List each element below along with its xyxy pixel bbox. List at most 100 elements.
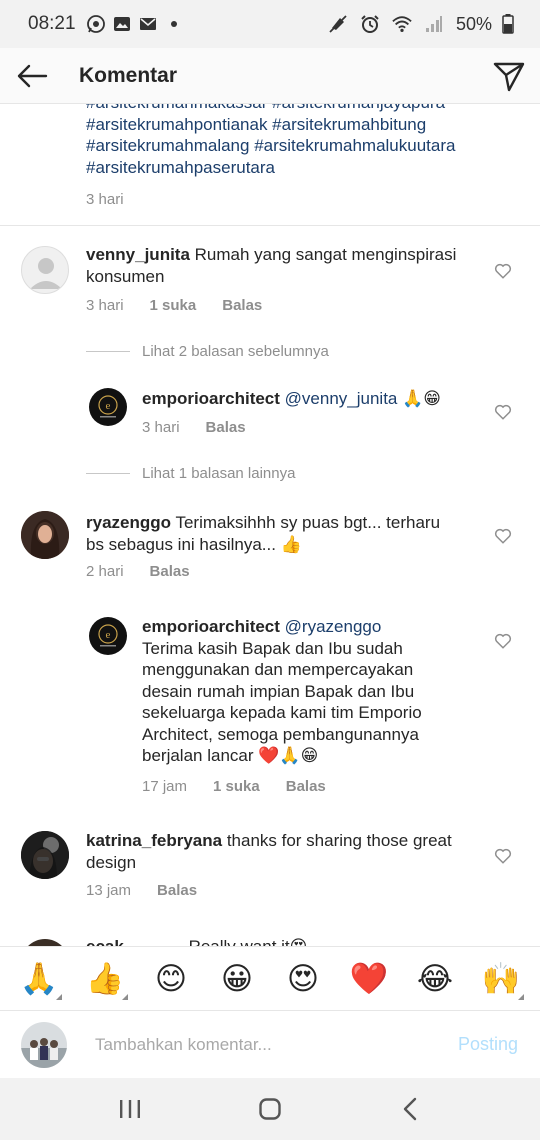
emoji-heart-eyes[interactable]: 😍 xyxy=(278,954,328,1004)
comment-text: ecak Really want it😍 xyxy=(86,936,486,946)
heart-icon[interactable] xyxy=(494,262,512,280)
reply-time: 17 jam xyxy=(142,778,188,795)
emoji-grinning-face[interactable]: 😀 xyxy=(212,954,262,1004)
mute-icon xyxy=(328,14,348,34)
heart-icon[interactable] xyxy=(494,527,512,545)
post-caption: #arsitekrumahmakassar #arsitekrumahjayap… xyxy=(0,104,540,226)
image-icon xyxy=(112,14,132,34)
gmail-icon xyxy=(138,14,158,34)
comment-username[interactable]: ecak xyxy=(86,937,124,946)
reply-body-line: berjalan lancar ❤️🙏😁 xyxy=(142,746,319,765)
reply-body-line: sekeluarga kepada kami tim Emporio xyxy=(142,703,422,722)
back-button[interactable] xyxy=(0,48,64,104)
comment-item: ecak Really want it😍 xyxy=(0,932,540,946)
variant-indicator xyxy=(518,993,524,1000)
emoji-smiling-face[interactable]: 😊 xyxy=(146,954,196,1004)
comment-body: design xyxy=(86,852,137,872)
hashtag-line[interactable]: #arsitekrumahmalang #arsitekrumahmalukuu… xyxy=(86,135,526,157)
reply-meta: 17 jam 1 suka Balas xyxy=(142,778,352,795)
emoji-raising-hands[interactable]: 🙌 xyxy=(476,954,526,1004)
likes-count[interactable]: 1 suka xyxy=(150,297,197,314)
hashtag-line[interactable]: #arsitekrumahpontianak #arsitekrumahbitu… xyxy=(86,114,526,136)
reply-button[interactable]: Balas xyxy=(286,778,326,795)
emoji-red-heart[interactable]: ❤️ xyxy=(344,954,394,1004)
comment-username[interactable]: ryazenggo xyxy=(86,513,171,532)
hashtag-line[interactable]: #arsitekrumahpaserutara xyxy=(86,157,526,179)
svg-text:e: e xyxy=(106,400,111,412)
home-button[interactable] xyxy=(240,1079,300,1139)
wifi-icon xyxy=(392,14,412,34)
arrow-left-icon xyxy=(17,64,48,87)
post-button[interactable]: Posting xyxy=(458,1034,518,1055)
reply-username[interactable]: emporioarchitect xyxy=(142,389,280,408)
comment-text: ryazenggo Terimaksihhh sy puas bgt... te… xyxy=(86,512,486,555)
emoji-glyph: 😍 xyxy=(286,960,320,996)
status-time: 08:21 xyxy=(28,13,76,34)
reply-body: 🙏😁 xyxy=(402,389,442,408)
back-icon xyxy=(403,1097,417,1121)
avatar xyxy=(21,1021,67,1068)
avatar[interactable] xyxy=(21,831,69,879)
variant-indicator xyxy=(122,993,128,1000)
top-app-bar: Komentar xyxy=(0,48,540,104)
reply-button[interactable]: Balas xyxy=(150,563,190,580)
emoji-glyph: 👍 xyxy=(85,961,125,996)
reply-meta: 3 hari Balas xyxy=(142,419,272,436)
mention-link[interactable]: @venny_junita xyxy=(285,389,398,408)
comments-list[interactable]: #arsitekrumahmakassar #arsitekrumahjayap… xyxy=(0,104,540,946)
comment-text: venny_junita Rumah yang sangat menginspi… xyxy=(86,244,486,287)
emoji-glyph: 🙏 xyxy=(19,961,59,996)
status-bar: 08:21 50% xyxy=(0,0,540,48)
reply-button[interactable]: Balas xyxy=(222,297,262,314)
avatar[interactable] xyxy=(21,246,69,294)
emoji-thumbs-up[interactable]: 👍 xyxy=(80,954,130,1004)
reply-button[interactable]: Balas xyxy=(157,882,197,899)
reply-button[interactable]: Balas xyxy=(206,419,246,436)
variant-indicator xyxy=(56,993,62,1000)
comment-body: Really want it😍 xyxy=(189,937,308,946)
caption-hashtags: #arsitekrumahmakassar #arsitekrumahjayap… xyxy=(86,104,526,178)
caption-time: 3 hari xyxy=(86,191,124,208)
likes-count[interactable]: 1 suka xyxy=(213,778,260,795)
emoji-glyph: 😀 xyxy=(220,960,254,996)
comment-body: bs sebagus ini hasilnya... 👍 xyxy=(86,534,302,554)
comment-time: 13 jam xyxy=(86,882,132,899)
view-replies-label: Lihat 2 balasan sebelumnya xyxy=(142,343,329,360)
comment-username[interactable]: katrina_febryana xyxy=(86,831,222,850)
avatar[interactable] xyxy=(21,511,69,559)
whatsapp-icon xyxy=(86,14,106,34)
reply-body-line: Terima kasih Bapak dan Ibu sudah xyxy=(142,638,403,658)
recent-apps-icon xyxy=(120,1100,140,1118)
divider xyxy=(86,473,130,474)
comment-item: katrina_febryana thanks for sharing thos… xyxy=(0,814,540,914)
comment-time: 2 hari xyxy=(86,563,124,580)
mention-link[interactable]: @ryazenggo xyxy=(285,617,382,636)
heart-icon[interactable] xyxy=(494,403,512,421)
view-more-replies[interactable]: Lihat 1 balasan lainnya xyxy=(86,465,295,482)
view-previous-replies[interactable]: Lihat 2 balasan sebelumnya xyxy=(86,343,329,360)
page-title: Komentar xyxy=(79,63,178,87)
comment-meta: 3 hari 1 suka Balas xyxy=(86,297,288,314)
comment-username[interactable]: venny_junita xyxy=(86,245,190,264)
emoji-tears-of-joy[interactable]: 😂 xyxy=(410,954,460,1004)
avatar[interactable]: e xyxy=(89,617,127,655)
view-replies-label: Lihat 1 balasan lainnya xyxy=(142,465,296,482)
comment-item: venny_junita Rumah yang sangat menginspi… xyxy=(0,226,540,326)
reply-text: emporioarchitect @ryazenggo Terima kasih… xyxy=(142,616,492,767)
comment-body: thanks for sharing those great xyxy=(226,831,452,850)
hashtag-line[interactable]: #arsitekrumahmakassar #arsitekrumahjayap… xyxy=(86,104,526,114)
reply-username[interactable]: emporioarchitect xyxy=(142,617,280,636)
comment-text: katrina_febryana thanks for sharing thos… xyxy=(86,830,486,873)
comment-input[interactable] xyxy=(95,1034,435,1055)
emoji-glyph: ❤️ xyxy=(349,961,389,996)
reply-body-line: Architect, semoga pembangunannya xyxy=(142,724,419,744)
heart-icon[interactable] xyxy=(494,632,512,650)
send-button[interactable] xyxy=(478,48,540,104)
avatar[interactable] xyxy=(21,939,69,946)
emoji-praying-hands[interactable]: 🙏 xyxy=(14,954,64,1004)
avatar[interactable]: e xyxy=(89,388,127,426)
nav-back-button[interactable] xyxy=(380,1079,440,1139)
heart-icon[interactable] xyxy=(494,847,512,865)
recent-apps-button[interactable] xyxy=(100,1079,160,1139)
comment-item: ryazenggo Terimaksihhh sy puas bgt... te… xyxy=(0,494,540,594)
